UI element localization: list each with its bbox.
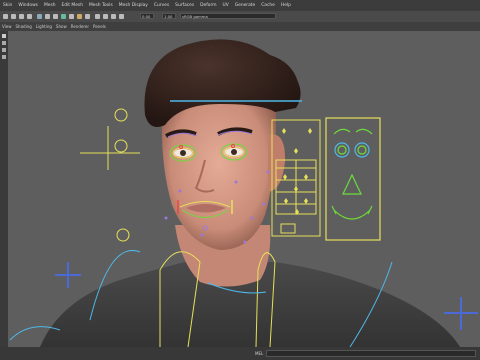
tool-box-icons bbox=[2, 34, 6, 59]
wireframe-icon[interactable] bbox=[53, 14, 58, 19]
3d-viewport[interactable] bbox=[8, 31, 480, 347]
left-pupil bbox=[180, 150, 186, 156]
gaze-control[interactable] bbox=[114, 139, 128, 153]
panel-menu-show[interactable]: Show bbox=[54, 24, 69, 29]
move-icon[interactable] bbox=[2, 55, 6, 59]
menu-item-edit-mesh[interactable]: Edit Mesh bbox=[59, 3, 86, 8]
paint-icon[interactable] bbox=[2, 48, 6, 52]
panel-menu-lighting[interactable]: Lighting bbox=[34, 24, 54, 29]
right-cross-control[interactable] bbox=[444, 297, 478, 330]
face-expression-panel[interactable] bbox=[325, 117, 381, 241]
tool-box bbox=[0, 31, 8, 347]
menu-item-mesh-display[interactable]: Mesh Display bbox=[116, 3, 151, 8]
move-tool-icon[interactable] bbox=[11, 14, 16, 19]
panel-menu-view[interactable]: View bbox=[0, 24, 14, 29]
menu-item-windows[interactable]: Windows bbox=[15, 3, 41, 8]
lasso-icon[interactable] bbox=[2, 41, 6, 45]
grid-icon[interactable] bbox=[45, 14, 50, 19]
menu-item-deform[interactable]: Deform bbox=[197, 3, 219, 8]
status-bar: MEL bbox=[0, 347, 480, 360]
color-profile-dropdown[interactable]: sRGB gamma bbox=[180, 12, 276, 19]
menu-item-uv[interactable]: UV bbox=[220, 3, 232, 8]
panel-menu-panels[interactable]: Panels bbox=[91, 24, 108, 29]
main-menubar: Skin Windows Mesh Edit Mesh Mesh Tools Mesh D… bbox=[0, 0, 480, 11]
right-pupil bbox=[231, 149, 237, 155]
eye-target-control[interactable] bbox=[114, 108, 128, 122]
scale-tool-icon[interactable] bbox=[27, 14, 32, 19]
menu-item-cache[interactable]: Cache bbox=[258, 3, 278, 8]
menu-item-curves[interactable]: Curves bbox=[151, 3, 172, 8]
mel-label[interactable]: MEL bbox=[255, 351, 263, 356]
exposure-field[interactable]: 0.00 bbox=[140, 12, 154, 19]
menu-item-generate[interactable]: Generate bbox=[232, 3, 259, 8]
panel-menubar: View Shading Lighting Show Renderer Panels bbox=[0, 22, 480, 31]
left-cross-control[interactable] bbox=[55, 262, 81, 288]
lights-icon[interactable] bbox=[77, 14, 82, 19]
shaded-icon[interactable] bbox=[61, 14, 66, 19]
isolate-icon[interactable] bbox=[95, 14, 100, 19]
exposure-icon[interactable] bbox=[111, 14, 116, 19]
menu-item-help[interactable]: Help bbox=[278, 3, 294, 8]
command-line[interactable] bbox=[266, 350, 476, 357]
rotate-tool-icon[interactable] bbox=[19, 14, 24, 19]
viewport-scene[interactable] bbox=[8, 31, 480, 347]
xray-icon[interactable] bbox=[103, 14, 108, 19]
select-icon[interactable] bbox=[2, 34, 6, 38]
textured-icon[interactable] bbox=[69, 14, 74, 19]
panel-menu-shading[interactable]: Shading bbox=[14, 24, 34, 29]
menu-item-skin[interactable]: Skin bbox=[0, 3, 15, 8]
select-tool-icon[interactable] bbox=[3, 14, 8, 19]
shadows-icon[interactable] bbox=[85, 14, 90, 19]
gamma-field[interactable]: 1.00 bbox=[162, 12, 176, 19]
panel-menu-renderer[interactable]: Renderer bbox=[69, 24, 91, 29]
menu-item-mesh[interactable]: Mesh bbox=[41, 3, 59, 8]
face-ui-handles[interactable] bbox=[282, 128, 312, 215]
character-ear bbox=[268, 134, 286, 192]
menu-item-mesh-tools[interactable]: Mesh Tools bbox=[86, 3, 116, 8]
gamma-icon[interactable] bbox=[119, 14, 124, 19]
shoulder-control[interactable] bbox=[116, 228, 130, 242]
camera-icon[interactable] bbox=[37, 14, 42, 19]
menu-item-surfaces[interactable]: Surfaces bbox=[172, 3, 197, 8]
